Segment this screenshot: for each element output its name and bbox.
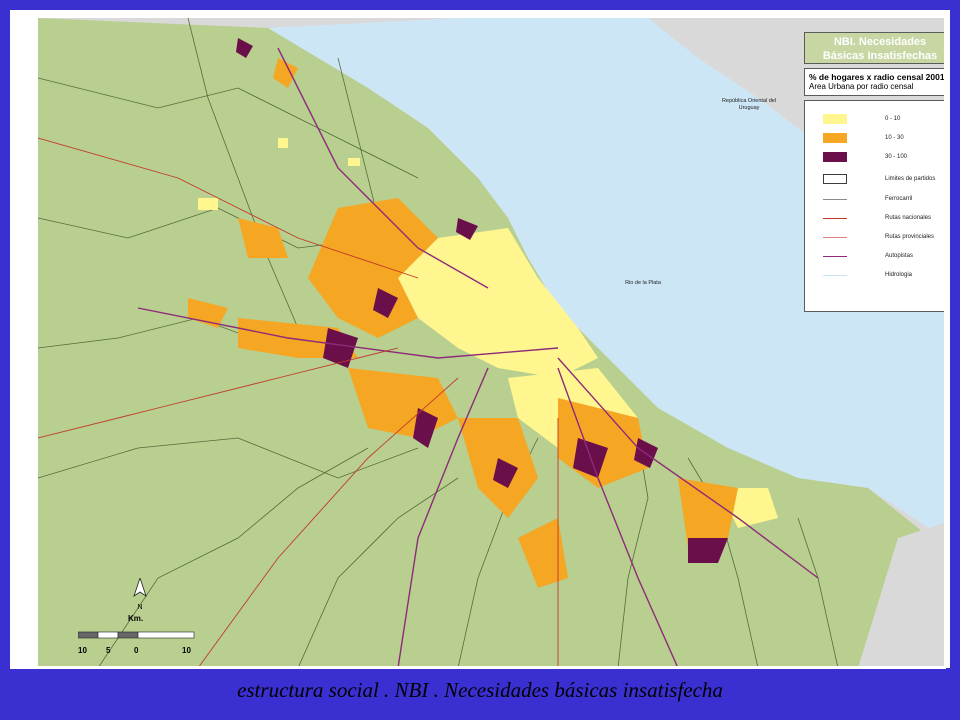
scale-tick-label: 0 — [134, 646, 139, 655]
scale-block: N Km. 10 5 0 10 — [78, 576, 208, 658]
legend-label: Rutas nacionales — [885, 215, 932, 221]
legend-box: 0 - 10 10 - 30 30 - 100 Limites de partidos… — [804, 100, 944, 312]
scale-tick-label: 5 — [106, 646, 111, 655]
legend-line-sample — [823, 256, 847, 257]
legend-label: Autopistas — [885, 253, 914, 259]
legend-label: 10 - 30 — [885, 135, 904, 141]
legend-swatch — [823, 152, 847, 162]
legend-label: 30 - 100 — [885, 154, 908, 160]
legend-swatch — [823, 174, 847, 184]
north-label: N — [137, 604, 143, 611]
legend-title-line2: Básicas Insatisfechas — [822, 50, 938, 62]
legend-label: Limites de partidos — [885, 176, 936, 182]
legend-title-line1: NBI. Necesidades — [833, 36, 927, 48]
scale-tick-label: 10 — [78, 646, 87, 655]
legend-swatch — [823, 114, 847, 124]
legend-subtitle: % de hogares x radio censal 2001 Area Ur… — [804, 68, 944, 96]
legend-label: Ferrocarril — [885, 196, 913, 202]
caption-divider — [10, 666, 946, 669]
legend-line-sample — [823, 199, 847, 200]
legend-line-sample — [823, 275, 847, 276]
legend-swatch — [823, 133, 847, 143]
legend-label: 0 - 10 — [885, 116, 901, 122]
north-arrow-glyph — [133, 576, 147, 597]
slide-caption: estructura social . NBI . Necesidades bá… — [237, 678, 723, 702]
scale-unit: Km. — [128, 614, 144, 623]
north-arrow-icon: N — [132, 576, 148, 611]
uruguay-label: República Oriental del Uruguay — [721, 98, 777, 111]
scale-tick-label: 10 — [182, 646, 191, 655]
river-label: Rio de la Plata — [625, 280, 661, 286]
scale-bar — [78, 631, 195, 639]
legend-label: Rutas provinciales — [885, 234, 935, 240]
legend-subtitle-line2: Area Urbana por radio censal — [809, 82, 914, 91]
map-panel: República Oriental del Uruguay Rio de la… — [38, 18, 944, 668]
legend-line-sample — [823, 218, 847, 219]
legend-line-sample — [823, 237, 847, 238]
slide-frame: República Oriental del Uruguay Rio de la… — [10, 10, 950, 668]
legend-title: NBI. Necesidades Básicas Insatisfechas — [804, 32, 944, 64]
legend-label: Hidrologia — [885, 272, 913, 278]
legend-subtitle-line1: % de hogares x radio censal 2001 — [809, 72, 944, 82]
